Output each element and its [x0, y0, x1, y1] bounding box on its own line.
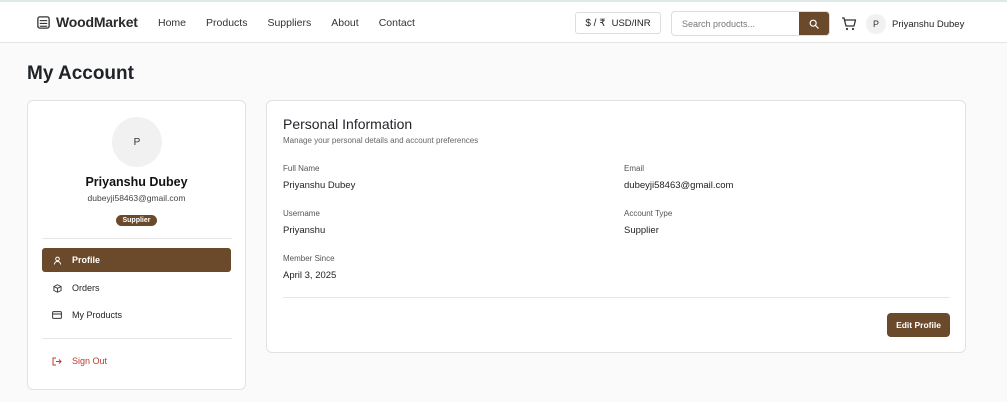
nav-link-products[interactable]: Products [206, 17, 247, 29]
full-name-value: Priyanshu Dubey [283, 180, 356, 191]
profile-avatar: P [112, 117, 162, 167]
username-value: Priyanshu [283, 225, 326, 236]
sign-out-label: Sign Out [72, 356, 108, 366]
logout-icon [52, 356, 62, 366]
user-name: Priyanshu Dubey [892, 18, 965, 30]
card-icon [52, 310, 62, 320]
account-type-value: Supplier [624, 225, 659, 236]
username-label: Username [283, 209, 320, 218]
nav-link-suppliers[interactable]: Suppliers [267, 17, 311, 29]
main-nav: Home Products Suppliers About Contact [158, 17, 435, 29]
sign-out-button[interactable]: Sign Out [42, 349, 231, 373]
personal-info-card: Personal Information Manage your persona… [266, 100, 966, 353]
sidebar-divider [42, 238, 232, 239]
account-sidebar: P Priyanshu Dubey dubeyji58463@gmail.com… [27, 100, 246, 390]
section-subtitle: Manage your personal details and account… [283, 136, 479, 145]
email-value: dubeyji58463@gmail.com [624, 180, 734, 191]
member-since-value: April 3, 2025 [283, 270, 337, 281]
currency-label: USD/INR [611, 17, 651, 29]
search-icon [809, 19, 819, 29]
sidebar-divider [42, 338, 232, 339]
sidebar-item-label: Orders [72, 283, 100, 293]
user-icon [52, 255, 62, 265]
role-badge-wrap: Supplier [28, 209, 245, 227]
full-name-label: Full Name [283, 164, 320, 173]
account-type-label: Account Type [624, 209, 673, 218]
storefront-icon [37, 15, 50, 29]
cart-icon[interactable] [841, 16, 857, 32]
currency-symbols: $ / ₹ [585, 17, 606, 29]
avatar: P [866, 14, 886, 34]
top-navbar: WoodMarket Home Products Suppliers About… [0, 0, 1007, 43]
user-menu[interactable]: P Priyanshu Dubey [866, 14, 964, 34]
search-bar [671, 11, 830, 36]
brand-logo[interactable]: WoodMarket [36, 14, 138, 30]
section-title: Personal Information [283, 116, 413, 132]
brand-name: WoodMarket [56, 14, 138, 30]
nav-link-contact[interactable]: Contact [379, 17, 415, 29]
nav-link-about[interactable]: About [331, 17, 358, 29]
sidebar-item-label: My Products [72, 310, 123, 320]
search-button[interactable] [799, 12, 829, 35]
profile-email: dubeyji58463@gmail.com [87, 193, 186, 203]
sidebar-item-label: Profile [72, 255, 101, 265]
edit-profile-button[interactable]: Edit Profile [887, 313, 950, 337]
role-badge: Supplier [116, 215, 157, 226]
sidebar-item-my-products[interactable]: My Products [42, 303, 231, 327]
package-icon [52, 283, 62, 293]
nav-link-home[interactable]: Home [158, 17, 186, 29]
email-label: Email [624, 164, 645, 173]
page-title: My Account [27, 63, 134, 84]
currency-toggle[interactable]: $ / ₹ USD/INR [575, 12, 661, 34]
profile-name: Priyanshu Dubey [85, 175, 188, 189]
card-divider [283, 297, 950, 298]
sidebar-item-orders[interactable]: Orders [42, 276, 231, 300]
member-since-label: Member Since [283, 254, 335, 263]
search-input[interactable] [672, 12, 801, 35]
sidebar-item-profile[interactable]: Profile [42, 248, 231, 272]
